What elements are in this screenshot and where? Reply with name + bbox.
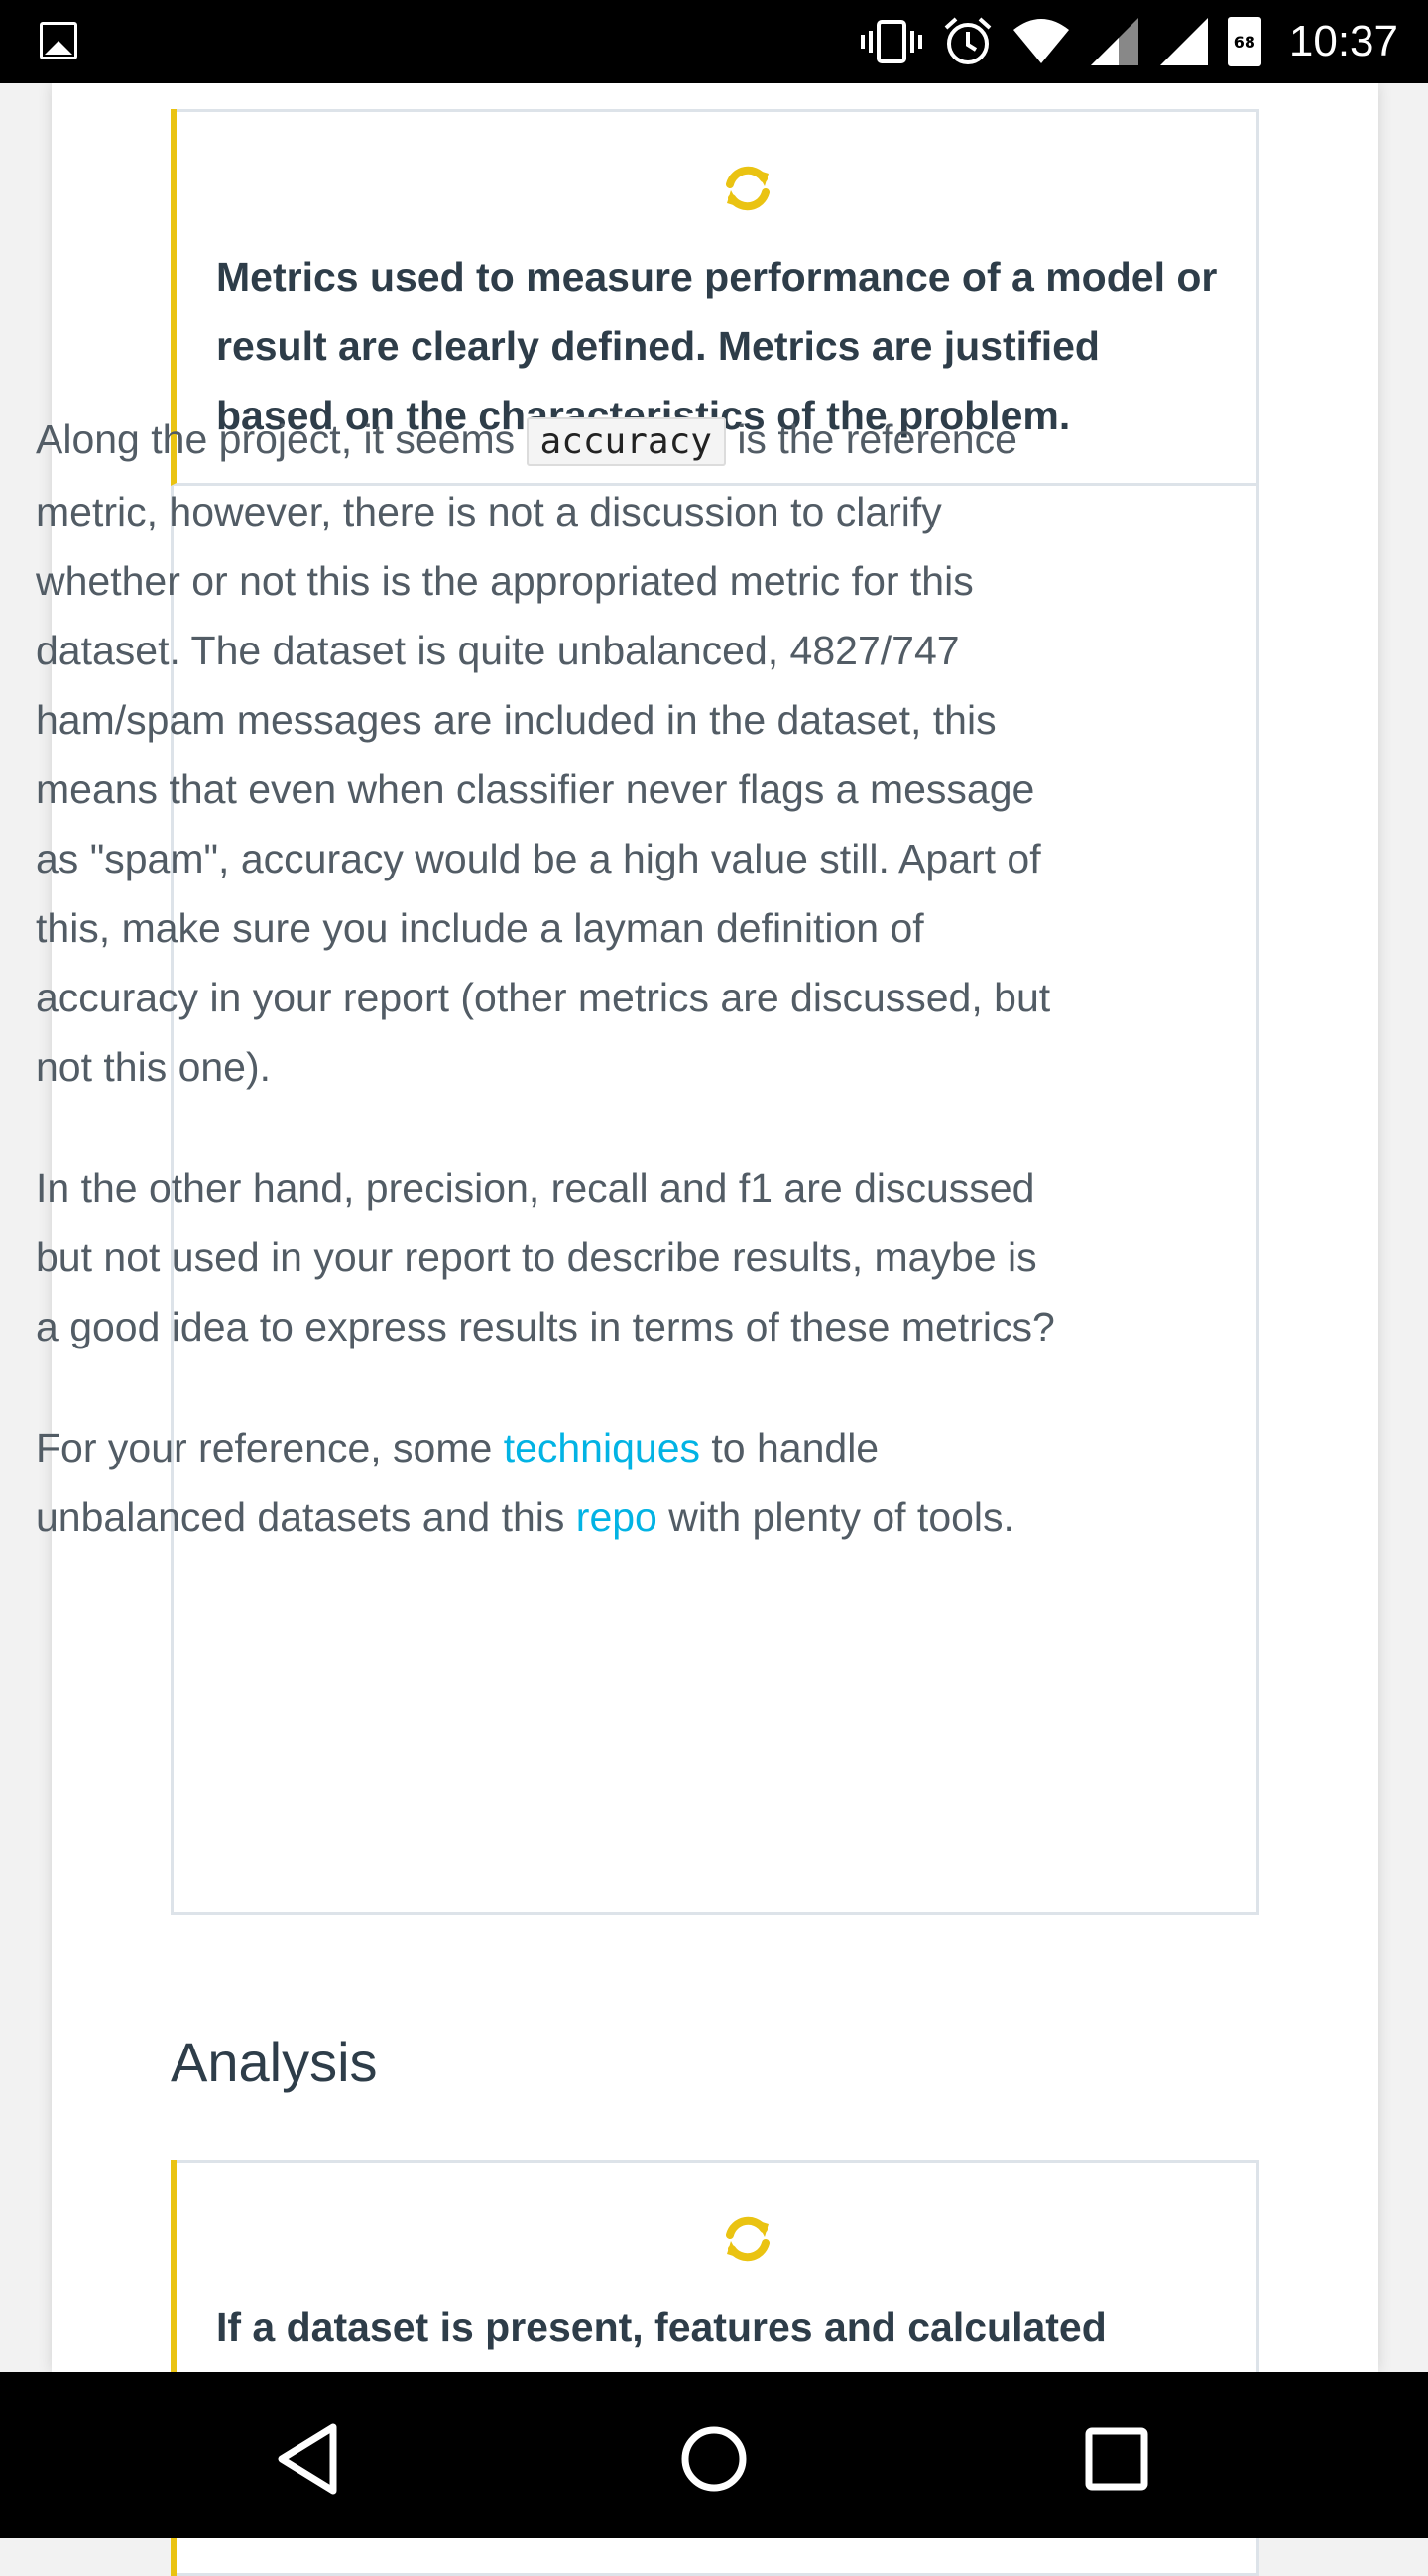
rubric-spec-text: If a dataset is present, features and ca…: [216, 2304, 1107, 2350]
refresh-icon: [726, 2216, 770, 2262]
comment-paragraph: For your reference, some techniques to h…: [36, 1413, 1057, 1552]
refresh-icon: [726, 166, 770, 211]
comment-text: with plenty of tools.: [656, 1494, 1014, 1540]
comment-paragraph: Along the project, it seems accuracy is …: [36, 405, 1057, 1102]
battery-icon: 68: [1227, 17, 1261, 66]
battery-level: 68: [1233, 33, 1256, 52]
clock: 10:37: [1288, 17, 1398, 65]
comment-text: Along the project, it seems: [36, 416, 527, 462]
gallery-icon: [40, 22, 77, 59]
alarm-icon: [944, 17, 992, 64]
repo-link[interactable]: repo: [576, 1494, 657, 1540]
wifi-icon: [1012, 19, 1069, 63]
reviewer-comment: Along the project, it seems accuracy is …: [36, 405, 1057, 1603]
status-bar: 68 10:37: [0, 0, 1428, 83]
comment-paragraph: In the other hand, precision, recall and…: [36, 1165, 1055, 1349]
home-button[interactable]: [674, 2419, 754, 2499]
recent-apps-button[interactable]: [1077, 2419, 1156, 2499]
signal-icon: [1090, 18, 1138, 65]
comment-text: For your reference, some: [36, 1425, 504, 1470]
back-button[interactable]: [272, 2419, 351, 2499]
techniques-link[interactable]: techniques: [504, 1425, 700, 1470]
inline-code: accuracy: [526, 417, 726, 466]
section-title-analysis: Analysis: [171, 2031, 378, 2093]
status-icons: 68 10:37: [859, 0, 1398, 83]
comment-text: is the reference metric, however, there …: [36, 416, 1051, 1090]
vibrate-icon: [860, 20, 922, 63]
signal-icon: [1159, 18, 1208, 65]
navigation-bar: [0, 2372, 1428, 2538]
